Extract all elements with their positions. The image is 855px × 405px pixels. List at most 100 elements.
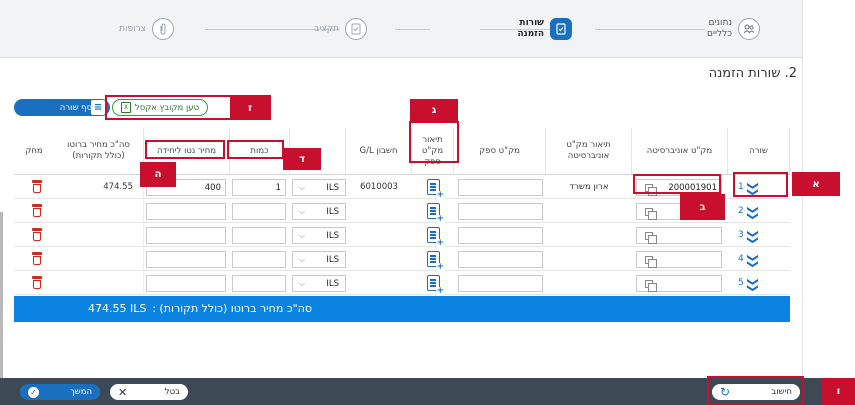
- total-cell: [54, 247, 144, 271]
- row-number-label: 3: [738, 230, 744, 240]
- supplier-desc-icon[interactable]: [427, 251, 444, 271]
- currency-value: ILS: [326, 206, 339, 217]
- wizard-step-label: תקציב: [314, 23, 339, 34]
- budget-icon: [345, 18, 367, 40]
- supplier-sku-input[interactable]: [458, 203, 543, 220]
- gl-account-cell: [352, 271, 406, 295]
- row-number-label: 2: [738, 206, 744, 216]
- quantity-input[interactable]: 1: [232, 179, 286, 196]
- users-icon: [738, 18, 760, 40]
- wizard-step-budget[interactable]: תקציב: [314, 10, 367, 48]
- annotation-tag-z: ז: [230, 97, 270, 119]
- trash-icon[interactable]: [32, 252, 42, 265]
- annotation-box: [145, 140, 225, 159]
- total-cell: [54, 271, 144, 295]
- supplier-sku-input[interactable]: [458, 275, 543, 292]
- cancel-button[interactable]: בטל ✕: [110, 384, 188, 400]
- row-number[interactable]: 5 ❯❯: [738, 271, 759, 295]
- annotation-tag-b: ב: [680, 194, 725, 220]
- table-row: ⌵ ILS 4❯❯: [14, 247, 790, 271]
- copy-icon[interactable]: [645, 256, 657, 268]
- trash-icon[interactable]: [32, 228, 42, 241]
- supplier-sku-input[interactable]: [458, 227, 543, 244]
- row-number[interactable]: 4 ❯❯: [738, 247, 759, 271]
- annotation-box: [227, 140, 284, 159]
- unit-price-input[interactable]: [146, 227, 226, 244]
- currency-select[interactable]: ⌵ ILS: [292, 275, 346, 292]
- supplier-desc-icon[interactable]: [427, 227, 444, 247]
- unit-price-input[interactable]: [146, 251, 226, 268]
- currency-select[interactable]: ⌵ ILS: [292, 227, 346, 244]
- supplier-desc-icon[interactable]: [427, 275, 444, 295]
- annotation-tag-v: ו: [822, 378, 855, 405]
- annotation-tag-g: ג: [410, 99, 458, 121]
- add-row-icon: ≡: [91, 100, 105, 115]
- copy-icon[interactable]: [645, 232, 657, 244]
- annotation-box: [633, 174, 721, 194]
- currency-select[interactable]: ⌵ ILS: [292, 203, 346, 220]
- univ-sku-input[interactable]: [636, 275, 722, 292]
- quantity-input[interactable]: [232, 251, 286, 268]
- chevron-down-icon: ⌵: [299, 182, 306, 192]
- supplier-sku-input[interactable]: [458, 179, 543, 196]
- univ-desc-cell: [548, 223, 630, 247]
- row-number[interactable]: 2 ❯❯: [738, 199, 759, 223]
- trash-icon[interactable]: [32, 204, 42, 217]
- annotation-tag-a: א: [792, 172, 840, 196]
- expand-row-icon[interactable]: ❯❯: [746, 277, 759, 289]
- supplier-desc-icon[interactable]: [427, 179, 444, 199]
- attachments-icon: [152, 18, 174, 40]
- row-number-label: 5: [738, 278, 744, 288]
- add-line-button[interactable]: הוסף שורה ≡: [14, 99, 110, 116]
- univ-sku-input[interactable]: [636, 227, 722, 244]
- univ-desc-cell: [548, 271, 630, 295]
- chevron-down-icon: ⌵: [299, 278, 306, 288]
- total-cell: 474.55: [54, 175, 144, 199]
- close-icon: ✕: [118, 385, 128, 399]
- currency-select[interactable]: ⌵ ILS: [292, 251, 346, 268]
- expand-row-icon[interactable]: ❯❯: [746, 229, 759, 241]
- total-value: 474.55 ILS: [88, 302, 147, 315]
- supplier-desc-icon[interactable]: [427, 203, 444, 223]
- table-row: ⌵ ILS 5❯❯: [14, 271, 790, 295]
- order-lines-icon: [550, 18, 572, 40]
- wizard-step-label: שורות הזמנה: [517, 18, 544, 39]
- currency-value: ILS: [326, 182, 339, 193]
- expand-row-icon[interactable]: ❯❯: [746, 205, 759, 217]
- row-number-label: 4: [738, 254, 744, 264]
- currency-select[interactable]: ⌵ ILS: [292, 179, 346, 196]
- expand-row-icon[interactable]: ❯❯: [746, 253, 759, 265]
- trash-icon[interactable]: [32, 180, 42, 193]
- quantity-input[interactable]: [232, 275, 286, 292]
- wizard-step-order-lines[interactable]: שורות הזמנה: [517, 10, 572, 48]
- wizard-step-general[interactable]: נתונים כלליים: [707, 10, 760, 48]
- unit-price-input[interactable]: [146, 275, 226, 292]
- currency-value: ILS: [326, 230, 339, 241]
- annotation-box: [733, 172, 788, 197]
- scrollbar[interactable]: [0, 212, 3, 378]
- gl-account-cell: 6010003: [360, 182, 398, 192]
- quantity-input[interactable]: [232, 203, 286, 220]
- univ-desc-cell: ארון משרד: [569, 182, 609, 192]
- copy-icon[interactable]: [645, 280, 657, 292]
- gl-account-cell: [352, 223, 406, 247]
- table-row: ⌵ ILS 2❯❯: [14, 199, 790, 223]
- check-icon: ✓: [28, 386, 39, 398]
- annotation-tag-h: ה: [140, 162, 176, 187]
- unit-price-input[interactable]: [146, 203, 226, 220]
- currency-value: ILS: [326, 254, 339, 265]
- column-header-gl-account: חשבון G/L: [346, 128, 412, 174]
- quantity-input[interactable]: [232, 227, 286, 244]
- continue-button[interactable]: המשך ✓: [20, 384, 100, 400]
- column-header-row: שורה: [728, 128, 790, 174]
- univ-sku-input[interactable]: [636, 251, 722, 268]
- copy-icon[interactable]: [645, 208, 657, 220]
- column-header-univ-desc: תיאור מק"ט אוניברסיטה: [546, 128, 632, 174]
- supplier-sku-input[interactable]: [458, 251, 543, 268]
- trash-icon[interactable]: [32, 276, 42, 289]
- currency-value: ILS: [326, 278, 339, 289]
- column-header-supplier-sku: מק"ט ספק: [454, 128, 546, 174]
- wizard-step-attachments[interactable]: צרופות: [119, 10, 174, 48]
- row-number[interactable]: 3 ❯❯: [738, 223, 759, 247]
- chevron-down-icon: ⌵: [299, 230, 306, 240]
